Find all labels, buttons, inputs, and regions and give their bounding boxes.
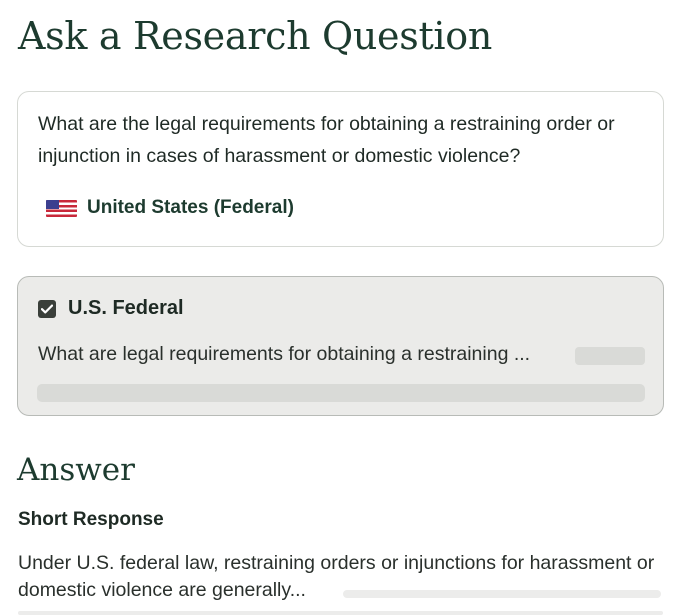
research-page: Ask a Research Question What are the leg… (0, 0, 682, 615)
research-query-text: What are legal requirements for obtainin… (38, 343, 531, 365)
question-text: What are the legal requirements for obta… (38, 113, 615, 167)
page-title: Ask a Research Question (18, 14, 493, 58)
question-card[interactable]: What are the legal requirements for obta… (17, 91, 664, 247)
short-response-label: Short Response (18, 509, 164, 530)
research-progress-card: U.S. Federal What are legal requirements… (17, 276, 664, 416)
jurisdiction-selector[interactable]: United States (Federal) (46, 196, 294, 220)
loading-placeholder (575, 347, 645, 365)
answer-loading-line (18, 611, 663, 615)
answer-loading-placeholder (343, 590, 661, 598)
jurisdiction-label: United States (Federal) (87, 197, 294, 218)
research-jurisdiction-row: U.S. Federal (38, 297, 184, 320)
answer-heading: Answer (17, 452, 135, 488)
research-jurisdiction-label: U.S. Federal (68, 297, 184, 319)
loading-placeholder-bar (37, 384, 645, 402)
checkbox-checked-icon[interactable] (38, 299, 56, 318)
us-flag-icon (46, 199, 77, 217)
